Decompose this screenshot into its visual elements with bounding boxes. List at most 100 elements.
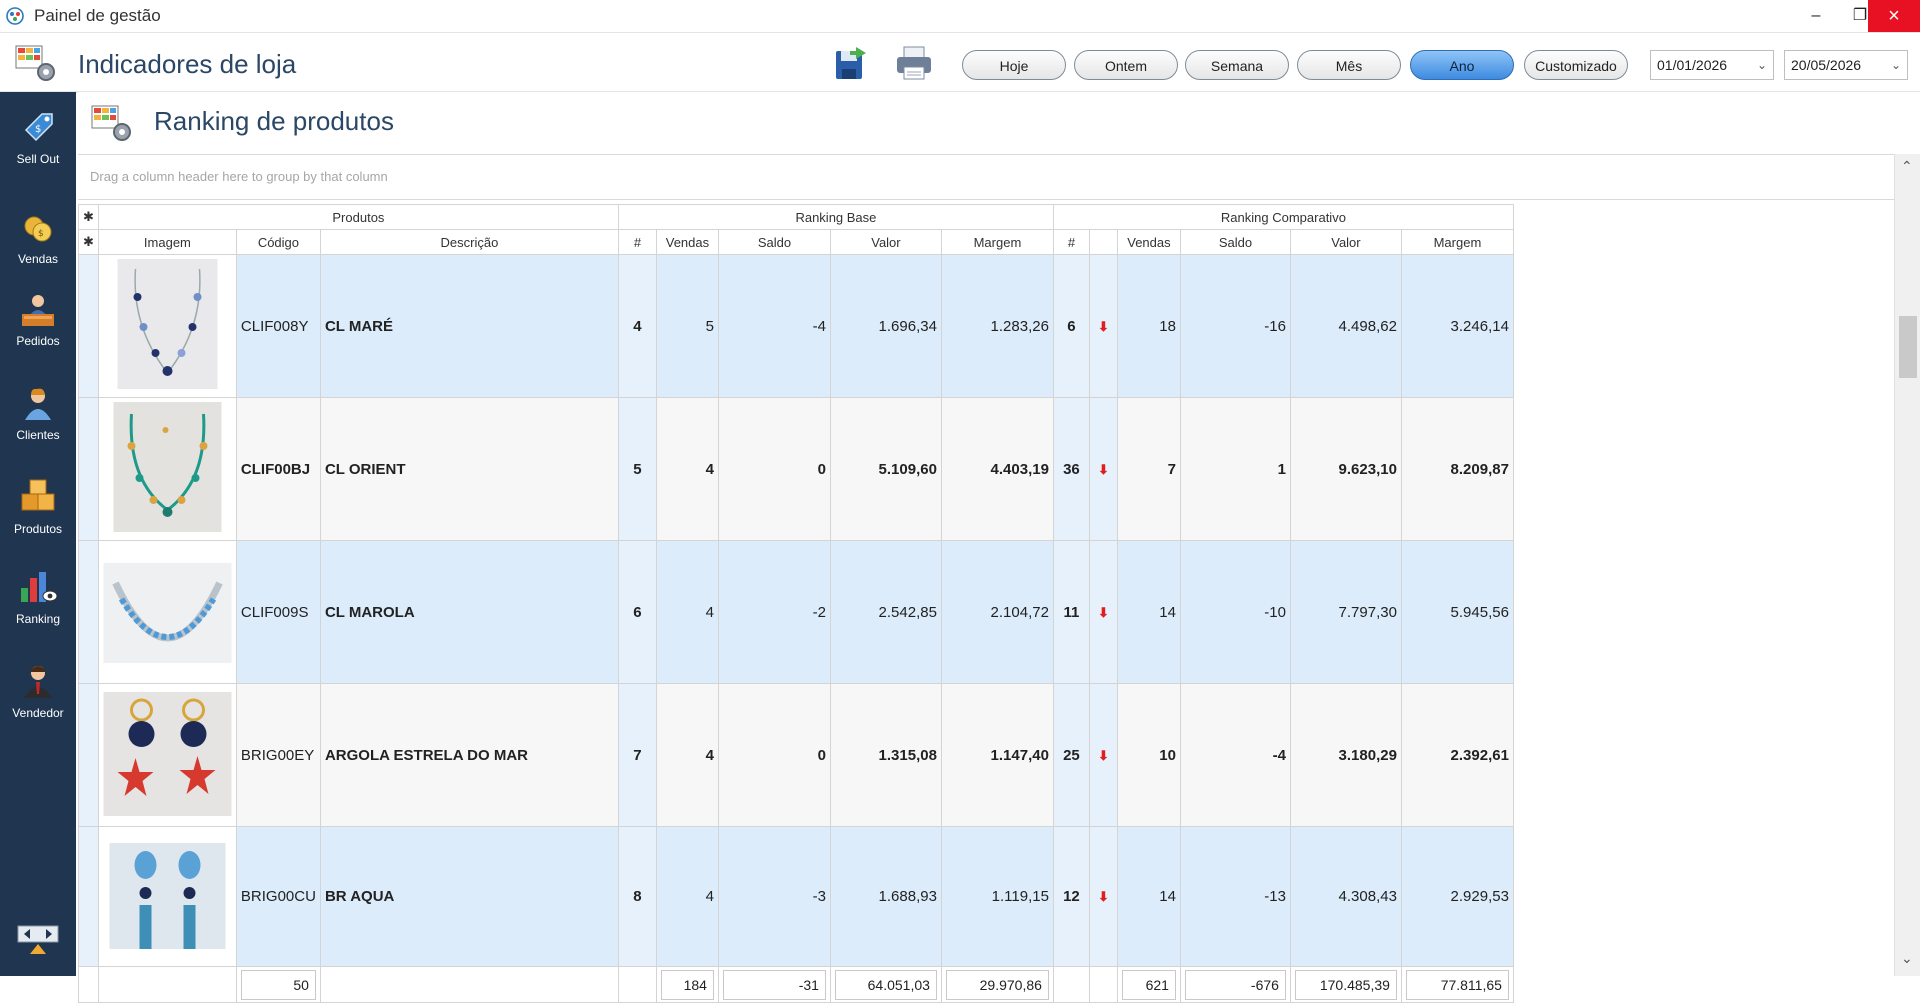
row-indicator[interactable] — [78, 254, 99, 398]
band-ranking-base: Ranking Base — [617, 204, 1054, 230]
chevron-down-icon[interactable]: ⌄ — [1891, 51, 1901, 79]
sidebar-item-clientes[interactable]: Clientes — [0, 384, 76, 442]
column-header-margem[interactable]: Margem — [940, 229, 1054, 255]
column-header-comp-valor[interactable]: Valor — [1289, 229, 1402, 255]
customer-icon — [25, 388, 51, 420]
cell-saldo: -2 — [717, 540, 831, 684]
totals-empty — [1088, 966, 1118, 1003]
cell-valor: 2.542,85 — [829, 540, 942, 684]
sidebar-item-vendedor[interactable]: Vendedor — [0, 662, 76, 720]
product-image — [97, 397, 237, 541]
cell-rank: 7 — [617, 683, 657, 827]
sidebar-item-ranking[interactable]: Ranking — [0, 568, 76, 626]
minimize-button[interactable]: – — [1794, 0, 1838, 32]
cell-codigo: CLIF008Y — [235, 254, 321, 398]
cell-comp-vendas: 14 — [1116, 826, 1181, 967]
period-button-hoje[interactable]: Hoje — [962, 50, 1066, 80]
period-button-mes[interactable]: Mês — [1297, 50, 1401, 80]
desk-clerk-icon — [22, 295, 54, 326]
table-row[interactable]: CLIF009S CL MAROLA 6 4 -2 2.542,85 2.104… — [78, 540, 1514, 684]
row-indicator[interactable] — [78, 826, 99, 967]
sidebar-item-sell-out[interactable]: $ Sell Out — [0, 108, 76, 166]
salesman-icon — [24, 666, 52, 698]
table-row[interactable]: CLIF00BJ CL ORIENT 5 4 0 5.109,60 4.403,… — [78, 397, 1514, 541]
column-customize-icon[interactable]: ✱ — [78, 229, 99, 255]
column-header-comp-rank[interactable]: # — [1052, 229, 1090, 255]
table-row[interactable]: CLIF008Y CL MARÉ 4 5 -4 1.696,34 1.283,2… — [78, 254, 1514, 398]
period-button-semana[interactable]: Semana — [1185, 50, 1289, 80]
column-header-imagem[interactable]: Imagem — [97, 229, 237, 255]
sidebar-item-label: Clientes — [16, 428, 60, 442]
column-header-comp-saldo[interactable]: Saldo — [1179, 229, 1291, 255]
boxes-icon — [21, 479, 55, 511]
necklace-image — [117, 259, 218, 389]
cell-comp-saldo: -10 — [1179, 540, 1291, 684]
row-indicator[interactable] — [78, 397, 99, 541]
cell-comp-saldo: -13 — [1179, 826, 1291, 967]
date-to-picker[interactable]: 20/05/2026 ⌄ — [1784, 50, 1908, 80]
column-header-trend[interactable] — [1088, 229, 1118, 255]
page-title: Indicadores de loja — [78, 49, 297, 79]
table-row[interactable]: BRIG00CU BR AQUA 8 4 -3 1.688,93 1.119,1… — [78, 826, 1514, 967]
total-count: 50 — [240, 969, 316, 1000]
column-header-comp-vendas[interactable]: Vendas — [1116, 229, 1181, 255]
cell-comp-valor: 9.623,10 — [1289, 397, 1402, 541]
cell-valor: 1.315,08 — [829, 683, 942, 827]
sidebar-item-label: Sell Out — [16, 152, 60, 166]
window-title: Painel de gestão — [34, 6, 161, 25]
necklace-image — [103, 563, 232, 663]
cell-margem: 1.147,40 — [940, 683, 1054, 827]
column-header-rank[interactable]: # — [617, 229, 657, 255]
print-icon[interactable] — [894, 43, 934, 83]
cell-margem: 1.119,15 — [940, 826, 1054, 967]
coins-icon: $ — [24, 216, 52, 242]
scroll-down-icon[interactable]: ⌄ — [1901, 950, 1913, 967]
scroll-up-icon[interactable]: ⌃ — [1901, 158, 1913, 175]
cell-rank: 6 — [617, 540, 657, 684]
cell-margem: 2.104,72 — [940, 540, 1054, 684]
column-header-vendas[interactable]: Vendas — [655, 229, 719, 255]
sidebar-item-produtos[interactable]: Produtos — [0, 478, 76, 536]
total-margem: 29.970,86 — [945, 969, 1049, 1000]
vertical-scrollbar[interactable]: ⌃ ⌄ — [1894, 154, 1920, 976]
close-button[interactable]: × — [1868, 0, 1920, 32]
collapse-panel-icon[interactable] — [14, 920, 62, 960]
cell-comp-margem: 2.929,53 — [1400, 826, 1514, 967]
cell-saldo: 0 — [717, 397, 831, 541]
trend-down-icon: ⬇ — [1088, 683, 1118, 827]
ranking-grid: ✱ Produtos Ranking Base Ranking Comparat… — [78, 204, 1514, 1003]
date-from-picker[interactable]: 01/01/2026 ⌄ — [1650, 50, 1774, 80]
group-by-panel[interactable]: Drag a column header here to group by th… — [78, 154, 1894, 200]
group-by-hint: Drag a column header here to group by th… — [90, 169, 388, 184]
sidebar-item-vendas[interactable]: $ Vendas — [0, 208, 76, 266]
totals-comp-vendas: 621 — [1116, 966, 1181, 1003]
column-header-saldo[interactable]: Saldo — [717, 229, 831, 255]
period-button-customizado[interactable]: Customizado — [1524, 50, 1628, 80]
band-produtos: Produtos — [97, 204, 619, 230]
cell-vendas: 4 — [655, 683, 719, 827]
column-header-codigo[interactable]: Código — [235, 229, 321, 255]
column-header-comp-margem[interactable]: Margem — [1400, 229, 1514, 255]
sidebar-item-pedidos[interactable]: Pedidos — [0, 290, 76, 348]
cell-comp-rank: 25 — [1052, 683, 1090, 827]
cell-comp-saldo: 1 — [1179, 397, 1291, 541]
product-image — [97, 254, 237, 398]
product-image — [97, 826, 237, 967]
period-button-ano[interactable]: Ano — [1410, 50, 1514, 80]
scrollbar-thumb[interactable] — [1899, 316, 1917, 378]
date-to-value: 20/05/2026 — [1791, 57, 1862, 73]
save-export-icon[interactable] — [832, 43, 872, 83]
table-row[interactable]: BRIG00EY ARGOLA ESTRELA DO MAR 7 4 0 1.3… — [78, 683, 1514, 827]
row-indicator[interactable] — [78, 683, 99, 827]
row-indicator[interactable] — [78, 540, 99, 684]
product-image — [97, 683, 237, 827]
chevron-down-icon[interactable]: ⌄ — [1757, 51, 1767, 79]
cell-descricao: CL ORIENT — [319, 397, 619, 541]
column-header-descricao[interactable]: Descrição — [319, 229, 619, 255]
cell-comp-margem: 8.209,87 — [1400, 397, 1514, 541]
column-header-valor[interactable]: Valor — [829, 229, 942, 255]
period-button-ontem[interactable]: Ontem — [1074, 50, 1178, 80]
band-indicator: ✱ — [78, 204, 99, 230]
cell-saldo: 0 — [717, 683, 831, 827]
sidebar-item-label: Pedidos — [16, 334, 60, 348]
